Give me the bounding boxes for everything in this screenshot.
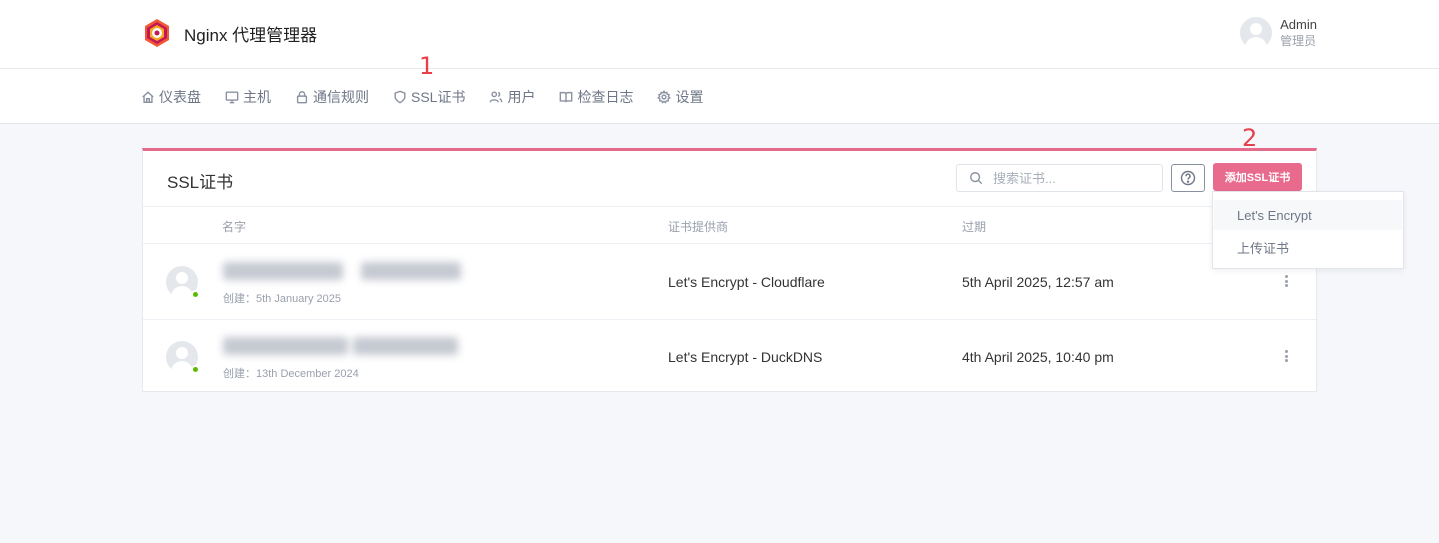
dropdown-item-lets-encrypt[interactable]: Let's Encrypt: [1237, 208, 1312, 223]
annotation-1: 1: [419, 52, 435, 80]
monitor-icon: [225, 91, 239, 104]
shield-icon: [394, 90, 406, 104]
created-date: 创建：5th January 2025: [223, 293, 342, 305]
owner-avatar: [166, 341, 200, 374]
status-online-dot: [191, 365, 200, 374]
expires-cell: 4th April 2025, 10:40 pm: [962, 349, 1114, 365]
lock-icon: [296, 91, 308, 104]
nav-item-users[interactable]: 用户: [489, 87, 535, 107]
nav-label: 设置: [675, 89, 704, 105]
nav-item-hosts[interactable]: 主机: [225, 87, 271, 107]
row-actions-button[interactable]: [1280, 273, 1292, 289]
user-name: Admin: [1280, 17, 1317, 32]
expires-cell: 5th April 2025, 12:57 am: [962, 274, 1114, 290]
nav-label: SSL证书: [411, 89, 466, 105]
dropdown-item-upload-certificate[interactable]: 上传证书: [1237, 238, 1289, 257]
nav-label: 检查日志: [577, 89, 634, 105]
table-header: 名字 证书提供商 过期: [143, 206, 1316, 244]
add-ssl-certificate-button[interactable]: 添加SSL证书: [1213, 163, 1302, 191]
nav-item-access-lists[interactable]: 通信规则: [295, 87, 369, 107]
nav-item-audit-log[interactable]: 检查日志: [559, 87, 633, 107]
nav-item-dashboard[interactable]: 仪表盘: [141, 87, 201, 107]
user-menu[interactable]: Admin 管理员: [1240, 17, 1317, 49]
card-title: SSL证书: [167, 173, 234, 192]
help-button[interactable]: [1171, 164, 1205, 192]
gear-icon: [657, 90, 672, 104]
provider-cell: Let's Encrypt - Cloudflare: [668, 274, 825, 290]
top-header: Nginx 代理管理器 Admin 管理员: [0, 0, 1439, 69]
table-row: 创建：5th January 2025 Let's Encrypt - Clou…: [143, 245, 1316, 320]
book-icon: [560, 91, 573, 103]
nav-item-ssl-certificates[interactable]: SSL证书: [393, 87, 465, 107]
nav-label: 通信规则: [313, 89, 369, 105]
users-icon: [490, 91, 503, 103]
nav-item-settings[interactable]: 设置: [657, 87, 703, 107]
user-role: 管理员: [1280, 34, 1317, 48]
main-nav: 仪表盘 主机 通信规则 SSL证书 用户 检查日志 设置: [0, 69, 1439, 124]
brand[interactable]: Nginx 代理管理器: [142, 18, 317, 48]
status-online-dot: [191, 290, 200, 299]
column-header-expires: 过期: [962, 220, 987, 234]
search-input[interactable]: [993, 167, 1153, 189]
nav-label: 仪表盘: [159, 89, 201, 105]
logo-icon: [145, 19, 169, 47]
column-header-provider: 证书提供商: [668, 220, 729, 234]
search-icon: [970, 172, 983, 185]
table-row: 创建：13th December 2024 Let's Encrypt - Du…: [143, 320, 1316, 395]
created-date: 创建：13th December 2024: [223, 368, 359, 380]
brand-name: Nginx 代理管理器: [184, 25, 318, 45]
nav-label: 用户: [507, 89, 536, 105]
owner-avatar: [166, 266, 200, 299]
row-actions-button[interactable]: [1280, 348, 1292, 364]
provider-cell: Let's Encrypt - DuckDNS: [668, 349, 823, 365]
ssl-certificates-card: SSL证书 添加SSL证书 名字 证书提供商 过期 创建：5th January…: [142, 148, 1317, 392]
search-box[interactable]: [956, 164, 1163, 192]
nav-label: 主机: [243, 89, 271, 105]
add-certificate-dropdown: Let's Encrypt 上传证书: [1212, 191, 1404, 269]
home-icon: [142, 91, 154, 103]
user-avatar: [1240, 17, 1273, 49]
column-header-name: 名字: [222, 220, 247, 234]
help-icon: [1180, 170, 1196, 186]
